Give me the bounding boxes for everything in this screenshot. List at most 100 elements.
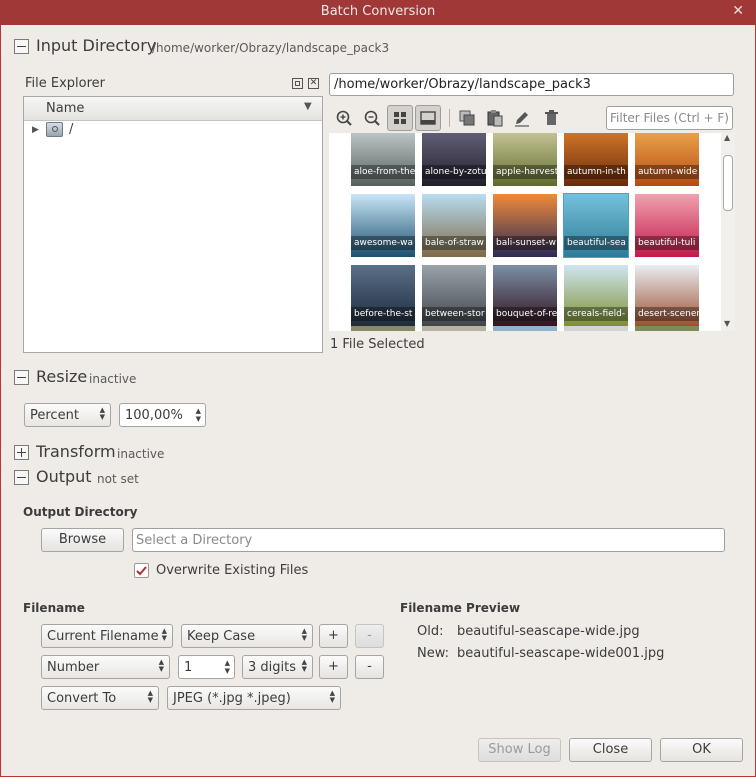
file-explorer-tree[interactable]: Name ▼ ▶ /	[23, 96, 323, 353]
thumbnail-item[interactable]: alone-by-zotu	[422, 133, 486, 186]
float-panel-icon[interactable]	[292, 78, 303, 89]
tree-header[interactable]: Name ▼	[24, 97, 322, 121]
resize-title: Resize	[36, 367, 88, 386]
thumbnail-item[interactable]: cereals-field-	[564, 265, 628, 328]
thumbnail-item[interactable]: bali-sunset-w	[493, 194, 557, 257]
close-panel-icon[interactable]: ✕	[308, 78, 319, 89]
spin-arrows-icon[interactable]: ▲ ▼	[196, 407, 201, 423]
spin-arrows-icon: ▲ ▼	[301, 627, 307, 642]
thumbnail-item[interactable]: beautiful-tuli	[635, 194, 699, 257]
thumbnail-partial[interactable]	[564, 326, 628, 331]
filename-label: Filename	[23, 601, 85, 615]
remove-rule-button-1[interactable]: -	[355, 624, 384, 648]
zoom-out-icon[interactable]	[362, 108, 382, 128]
thumbnail-item[interactable]: autumn-wide	[635, 133, 699, 186]
paste-icon[interactable]	[485, 108, 505, 128]
grid-view-icon	[394, 112, 406, 124]
preview-new-value: beautiful-seascape-wide001.jpg	[457, 646, 665, 661]
thumbnail-item[interactable]: bouquet-of-re	[493, 265, 557, 328]
thumbnail-grid[interactable]: aloe-from-the alone-by-zotu apple-harvest a…	[329, 133, 735, 331]
show-log-button[interactable]: Show Log	[478, 738, 561, 762]
thumbnail-label: before-the-st	[351, 307, 415, 321]
overwrite-checkbox[interactable]	[134, 563, 149, 578]
input-directory-collapse-icon[interactable]	[14, 39, 29, 54]
thumbnail-label: between-stor	[422, 307, 486, 321]
spin-arrows-icon: ▲ ▼	[329, 689, 335, 704]
preview-old-label: Old:	[417, 624, 444, 639]
thumbnail-partial[interactable]	[493, 326, 557, 331]
output-directory-input[interactable]: Select a Directory	[132, 528, 725, 552]
thumbnail-scrollbar[interactable]: ▲ ▼	[721, 133, 735, 331]
filename-type-select[interactable]: Number ▲ ▼	[41, 655, 170, 679]
thumbnail-item[interactable]: beautiful-sea	[563, 193, 629, 258]
number-start-value[interactable]: 1	[184, 660, 192, 675]
transform-expand-icon[interactable]	[14, 445, 29, 460]
name-column-header[interactable]: Name	[46, 101, 84, 116]
thumbnail-partial[interactable]	[351, 326, 415, 331]
remove-rule-button-2[interactable]: -	[355, 655, 384, 679]
edit-icon[interactable]	[512, 108, 532, 128]
close-button[interactable]: Close	[569, 738, 652, 762]
thumbnail-item[interactable]: aloe-from-the	[351, 133, 415, 186]
filmstrip-view-button[interactable]	[415, 105, 441, 131]
dialog-body: Input Directory /home/worker/Obrazy/land…	[0, 25, 756, 777]
resize-value-spinbox[interactable]: 100,00% ▲ ▼	[119, 403, 206, 427]
directory-path-input[interactable]: /home/worker/Obrazy/landscape_pack3	[329, 73, 734, 96]
scroll-down-icon[interactable]: ▼	[724, 319, 730, 328]
thumbnail-label: desert-scener	[635, 307, 699, 321]
thumbnail-container: aloe-from-the alone-by-zotu apple-harvest a…	[329, 133, 721, 331]
add-rule-button-2[interactable]: +	[319, 655, 348, 679]
transform-title: Transform	[36, 442, 116, 461]
tree-root-label[interactable]: /	[69, 122, 73, 137]
convert-mode-value: Convert To	[47, 691, 117, 706]
window-title: Batch Conversion	[320, 4, 436, 19]
output-title: Output	[36, 467, 92, 486]
spin-arrows-icon: ▲ ▼	[99, 406, 105, 421]
thumbnail-item[interactable]: autumn-in-th	[564, 133, 628, 186]
thumbnail-label: cereals-field-	[564, 307, 628, 321]
filename-case-select[interactable]: Keep Case ▲ ▼	[181, 624, 313, 648]
expand-arrow-icon[interactable]: ▶	[32, 125, 39, 135]
output-collapse-icon[interactable]	[14, 470, 29, 485]
convert-mode-select[interactable]: Convert To ▲ ▼	[41, 686, 159, 710]
close-window-icon[interactable]: ✕	[732, 3, 744, 19]
number-digits-select[interactable]: 3 digits ▲ ▼	[242, 655, 313, 679]
overwrite-label[interactable]: Overwrite Existing Files	[156, 563, 308, 578]
thumbnail-item[interactable]: apple-harvest	[493, 133, 557, 186]
filename-source-value: Current Filename	[47, 629, 159, 644]
convert-format-select[interactable]: JPEG (*.jpg *.jpeg) ▲ ▼	[167, 686, 341, 710]
directory-path-value[interactable]: /home/worker/Obrazy/landscape_pack3	[334, 77, 591, 92]
sort-chevron-icon[interactable]: ▼	[304, 101, 312, 112]
filter-files-input[interactable]: Filter Files (Ctrl + F)	[606, 106, 733, 130]
number-digits-value: 3 digits	[248, 660, 297, 675]
thumbnail-partial[interactable]	[422, 326, 486, 331]
scroll-thumb[interactable]	[723, 155, 733, 211]
filename-case-value: Keep Case	[187, 629, 256, 644]
resize-unit-select[interactable]: Percent ▲ ▼	[24, 403, 111, 427]
thumbnail-item[interactable]: bale-of-straw	[422, 194, 486, 257]
thumbnail-label: beautiful-sea	[564, 236, 628, 250]
add-rule-button-1[interactable]: +	[319, 624, 348, 648]
filename-source-select[interactable]: Current Filename ▲ ▼	[41, 624, 173, 648]
copy-icon[interactable]	[457, 108, 477, 128]
spin-arrows-icon[interactable]: ▲ ▼	[225, 659, 230, 675]
resize-collapse-icon[interactable]	[14, 370, 29, 385]
grid-view-button[interactable]	[387, 105, 413, 131]
resize-status: inactive	[89, 372, 137, 386]
number-start-spinbox[interactable]: 1 ▲ ▼	[178, 655, 235, 679]
thumbnail-label: bouquet-of-re	[493, 307, 557, 321]
resize-value[interactable]: 100,00%	[125, 408, 183, 423]
thumbnail-item[interactable]: between-stor	[422, 265, 486, 328]
thumbnail-item[interactable]: before-the-st	[351, 265, 415, 328]
thumbnail-item[interactable]: awesome-wa	[351, 194, 415, 257]
input-directory-title: Input Directory	[36, 36, 157, 55]
filmstrip-view-icon	[420, 111, 436, 125]
thumbnail-item[interactable]: desert-scener	[635, 265, 699, 328]
checkmark-icon	[136, 566, 147, 576]
browse-button[interactable]: Browse	[41, 528, 124, 552]
delete-icon[interactable]	[541, 108, 561, 128]
thumbnail-partial[interactable]	[635, 326, 699, 331]
scroll-up-icon[interactable]: ▲	[724, 133, 730, 142]
ok-button[interactable]: OK	[660, 738, 743, 762]
zoom-in-icon[interactable]	[334, 108, 354, 128]
